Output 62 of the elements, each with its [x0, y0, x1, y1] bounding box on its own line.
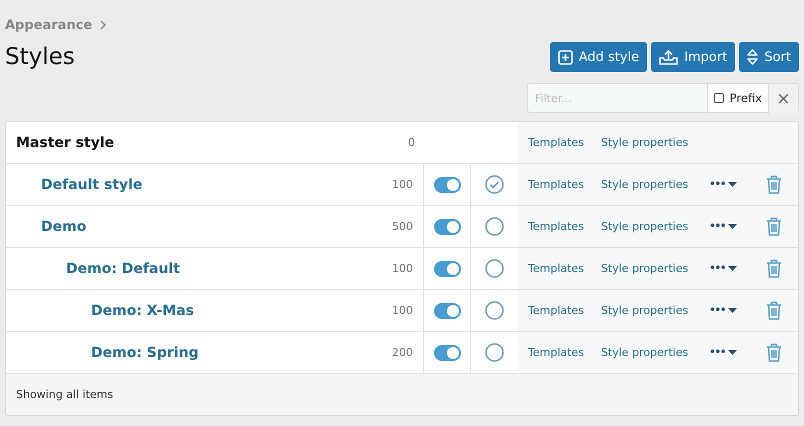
clear-button[interactable]: ×	[768, 84, 798, 114]
breadcrumb-link[interactable]: Appearance	[5, 18, 92, 32]
style-link[interactable]: Templates	[528, 262, 584, 275]
import-button[interactable]: Import	[651, 42, 736, 72]
sort-button[interactable]: Sort	[739, 42, 799, 72]
style-link[interactable]: Templates	[528, 304, 584, 317]
prefix-checkbox[interactable]: Prefix	[706, 84, 768, 112]
caret-down-icon	[728, 224, 738, 229]
template-count: 100	[392, 178, 413, 191]
chevron-right-icon	[100, 20, 106, 30]
style-name: Master style	[16, 134, 114, 150]
more-menu[interactable]: •••	[709, 305, 738, 316]
template-count: 100	[392, 262, 413, 275]
delete-icon[interactable]	[766, 301, 782, 320]
style-link[interactable]: Style properties	[600, 178, 688, 191]
enable-toggle[interactable]	[434, 344, 460, 360]
style-link[interactable]: Style properties	[600, 136, 688, 149]
default-radio[interactable]	[484, 217, 504, 236]
enable-toggle[interactable]	[434, 260, 460, 276]
template-count: 0	[408, 136, 415, 149]
enable-toggle[interactable]	[434, 218, 460, 234]
delete-icon[interactable]	[766, 217, 782, 236]
template-count: 100	[392, 304, 413, 317]
caret-down-icon	[728, 308, 738, 313]
style-name[interactable]: Default style	[41, 176, 142, 192]
more-menu[interactable]: •••	[709, 221, 738, 232]
style-link[interactable]: Templates	[528, 178, 584, 191]
default-radio[interactable]	[484, 301, 504, 320]
delete-icon[interactable]	[766, 343, 782, 362]
more-menu[interactable]: •••	[709, 263, 738, 274]
template-count: 200	[392, 346, 413, 359]
default-radio[interactable]	[484, 343, 504, 362]
style-link[interactable]: Style properties	[600, 220, 688, 233]
more-menu[interactable]: •••	[709, 179, 738, 190]
style-link[interactable]: Style properties	[600, 262, 688, 275]
style-link[interactable]: Templates	[528, 220, 584, 233]
default-radio[interactable]	[484, 259, 504, 278]
style-link[interactable]: Templates	[528, 346, 584, 359]
caret-down-icon	[728, 266, 738, 271]
add-button[interactable]: Add style	[550, 42, 648, 72]
style-link[interactable]: Style properties	[600, 304, 688, 317]
footer-text: Showing all items	[6, 374, 798, 415]
style-link[interactable]: Style properties	[600, 346, 688, 359]
delete-icon[interactable]	[766, 259, 782, 278]
style-name[interactable]: Demo	[41, 218, 86, 234]
caret-down-icon	[728, 350, 738, 355]
style-name[interactable]: Demo: X-Mas	[91, 302, 194, 318]
default-radio[interactable]	[484, 175, 504, 194]
filter-field[interactable]: Filter... Prefix ×	[527, 83, 799, 113]
sort-icon	[747, 49, 758, 65]
template-count: 500	[392, 220, 413, 233]
page-title: Styles	[5, 44, 75, 70]
plus-square-icon	[558, 50, 573, 64]
enable-toggle[interactable]	[434, 176, 460, 192]
style-name[interactable]: Demo: Default	[66, 260, 180, 276]
caret-down-icon	[728, 182, 738, 187]
upload-icon	[659, 49, 678, 65]
enable-toggle[interactable]	[434, 302, 460, 318]
more-menu[interactable]: •••	[709, 347, 738, 358]
delete-icon[interactable]	[766, 175, 782, 194]
style-name[interactable]: Demo: Spring	[91, 344, 199, 360]
style-link[interactable]: Templates	[528, 136, 584, 149]
